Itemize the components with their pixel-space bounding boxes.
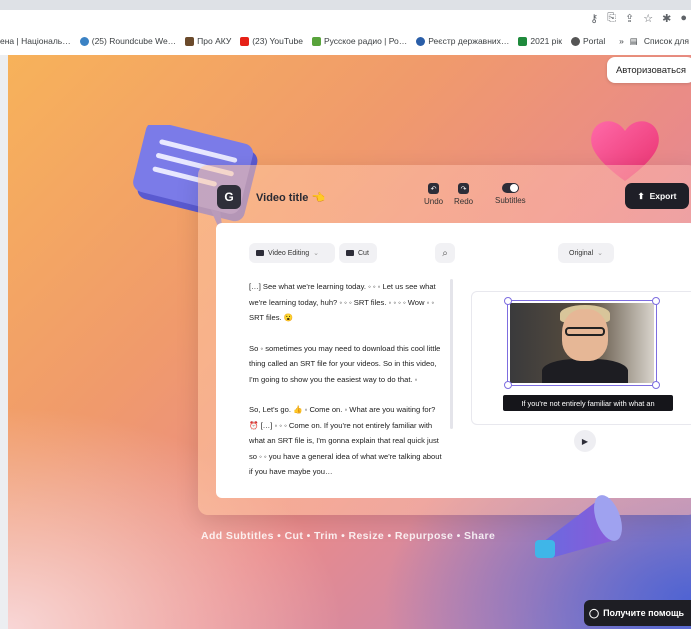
aspect-label: Original	[569, 249, 594, 257]
help-button[interactable]: ◯ Получите помощь	[584, 600, 691, 626]
extension-icon[interactable]: ✱	[662, 12, 671, 25]
features-tagline: Add Subtitles • Cut • Trim • Resize • Re…	[201, 530, 496, 542]
resize-handle[interactable]	[652, 297, 660, 305]
subtitle-caption[interactable]: If you're not entirely familiar with wha…	[503, 395, 673, 411]
workspace-panel: Video Editing ⌄ Cut ⌕ Original ⌄ […] See…	[216, 223, 691, 498]
bookmark-item[interactable]: ена | Національ…	[0, 36, 71, 46]
app-logo-icon: G	[217, 185, 241, 209]
star-icon[interactable]: ☆	[643, 12, 653, 25]
help-label: Получите помощь	[603, 608, 685, 618]
more-bookmarks-button[interactable]: »	[619, 36, 624, 46]
redo-label: Redo	[454, 197, 474, 206]
transcript-scrollbar[interactable]	[450, 279, 453, 429]
address-bar-row: ⚷ ⎘ ⇪ ☆ ✱ ●	[0, 10, 691, 28]
cut-label: Cut	[358, 249, 369, 257]
transcript-paragraph[interactable]: […] See what we're learning today. ◦ ◦ ◦…	[249, 279, 445, 326]
search-icon[interactable]: ⌕	[435, 243, 455, 263]
bookmark-label: Про АКУ	[197, 36, 232, 46]
reading-list-icon[interactable]: ▤	[630, 36, 638, 47]
person-shirt	[542, 359, 628, 383]
bookmarks-overflow: » ▤ Список для	[615, 30, 689, 52]
bookmark-item[interactable]: (25) Roundcube We…	[79, 36, 177, 46]
aspect-dropdown[interactable]: Original ⌄	[558, 243, 614, 263]
subtitles-toggle[interactable]: Subtitles	[495, 183, 526, 205]
translate-icon[interactable]: ⎘	[607, 12, 616, 25]
undo-icon: ↶	[428, 183, 440, 194]
bookmark-item[interactable]: Русское радио | Ро…	[311, 36, 408, 46]
export-label: Export	[649, 191, 677, 201]
bookmark-label: Русское радио | Ро…	[323, 36, 408, 46]
scissors-icon	[346, 250, 354, 256]
redo-icon: ↷	[458, 183, 470, 194]
bookmark-label: Portal	[583, 36, 606, 46]
video-title-text: Video title	[256, 192, 309, 204]
roundcube-icon	[79, 36, 89, 46]
play-icon: ▶	[581, 436, 589, 446]
video-preview: If you're not entirely familiar with wha…	[471, 291, 691, 425]
video-frame[interactable]	[504, 297, 660, 389]
play-button[interactable]: ▶	[574, 430, 596, 452]
resize-handle[interactable]	[652, 381, 660, 389]
youtube-icon	[240, 36, 250, 46]
chevron-down-icon: ⌄	[597, 250, 603, 257]
video-editing-dropdown[interactable]: Video Editing ⌄	[249, 243, 335, 263]
undo-label: Undo	[424, 197, 444, 206]
video-thumbnail	[510, 303, 654, 383]
undo-button[interactable]: ↶ Undo	[424, 183, 443, 206]
transcript-text[interactable]: […] See what we're learning today. ◦ ◦ ◦…	[249, 279, 445, 479]
chat-icon: ◯	[589, 607, 600, 618]
video-editing-label: Video Editing	[268, 249, 310, 257]
radio-icon	[311, 36, 321, 46]
bookmark-label: 2021 рік	[530, 36, 563, 46]
bookmark-label: (25) Roundcube We…	[91, 36, 177, 46]
subtitles-label: Subtitles	[495, 196, 526, 205]
profile-icon[interactable]: ●	[680, 12, 687, 25]
year-icon	[518, 36, 528, 46]
editor-window: G Video title 👈 ↶ Undo ↷ Redo Subtitles …	[198, 165, 691, 515]
bookmark-item[interactable]: Про АКУ	[185, 36, 231, 46]
tab-strip	[0, 0, 691, 10]
bookmark-item[interactable]: Portal	[571, 36, 605, 46]
person-glasses	[565, 327, 605, 336]
bookmark-item[interactable]: Реєстр державних…	[416, 36, 509, 46]
export-button[interactable]: ⬆ Export	[625, 183, 689, 209]
resize-handle[interactable]	[504, 297, 512, 305]
megaphone-icon	[535, 495, 622, 558]
transcript-paragraph[interactable]: So ◦ sometimes you may need to download …	[249, 341, 445, 388]
share-icon[interactable]: ⇪	[625, 12, 634, 25]
toggle-switch[interactable]	[501, 183, 519, 193]
bookmark-label: Реєстр державних…	[428, 36, 510, 46]
browser-chrome: ⚷ ⎘ ⇪ ☆ ✱ ● ена | Національ… (25) Roundc…	[0, 0, 691, 55]
portal-icon	[571, 36, 581, 46]
login-button[interactable]: Авторизоваться	[607, 57, 691, 83]
key-icon[interactable]: ⚷	[590, 12, 598, 25]
browser-toolbar-icons: ⚷ ⎘ ⇪ ☆ ✱ ●	[590, 12, 687, 25]
graduation-cap-icon	[185, 36, 195, 46]
video-camera-icon	[256, 250, 264, 256]
export-icon: ⬆	[637, 190, 645, 201]
video-title[interactable]: Video title 👈	[256, 191, 325, 204]
landing-page: Авторизоваться G Video title 👈 ↶ Undo ↷ …	[8, 55, 691, 629]
chevron-down-icon: ⌄	[313, 250, 319, 257]
registry-icon	[416, 36, 426, 46]
pointing-hand-icon: 👈	[311, 192, 326, 204]
resize-handle[interactable]	[504, 381, 512, 389]
bookmark-label: ена | Національ…	[0, 36, 71, 46]
bookmark-item[interactable]: 2021 рік	[518, 36, 562, 46]
bookmark-item[interactable]: (23) YouTube	[240, 36, 303, 46]
transcript-paragraph[interactable]: So, Let's go. 👍 ◦ Come on. ◦ What are yo…	[249, 402, 445, 479]
reading-list-label[interactable]: Список для	[644, 36, 689, 46]
cut-button[interactable]: Cut	[339, 243, 377, 263]
bookmarks-bar: ена | Національ… (25) Roundcube We… Про …	[0, 30, 691, 52]
bookmark-label: (23) YouTube	[252, 36, 303, 46]
redo-button[interactable]: ↷ Redo	[454, 183, 473, 206]
